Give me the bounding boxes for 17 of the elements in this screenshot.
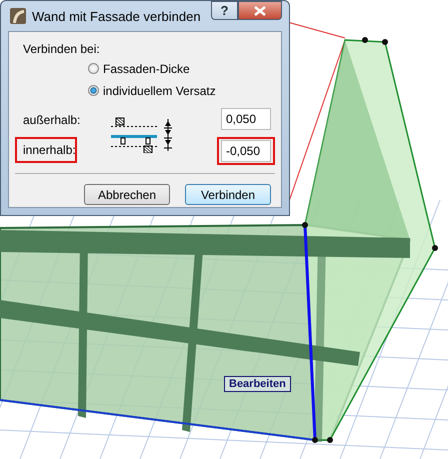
- field-label: außerhalb:: [22, 112, 77, 129]
- edit-label: Bearbeiten: [224, 376, 291, 392]
- offset-field[interactable]: -0,050: [221, 140, 271, 162]
- group-label: Verbinden bei:: [23, 42, 101, 56]
- dialog-button[interactable]: Abbrechen: [84, 184, 170, 205]
- app-icon: [10, 8, 26, 24]
- offset-field[interactable]: 0,050: [221, 108, 271, 130]
- offset-diagram-icon: [111, 117, 159, 153]
- close-icon: [254, 6, 266, 16]
- field-label: innerhalb:: [15, 137, 77, 163]
- window-title: Wand mit Fassade verbinden: [32, 8, 201, 24]
- dimension-arrows-icon: [163, 119, 173, 151]
- close-button[interactable]: [238, 1, 282, 20]
- radio-option[interactable]: individuellem Versatz: [88, 82, 267, 99]
- radio-option[interactable]: Fassaden-Dicke: [88, 60, 267, 77]
- dialog-button[interactable]: Verbinden: [185, 184, 271, 205]
- help-button[interactable]: ?: [211, 1, 238, 20]
